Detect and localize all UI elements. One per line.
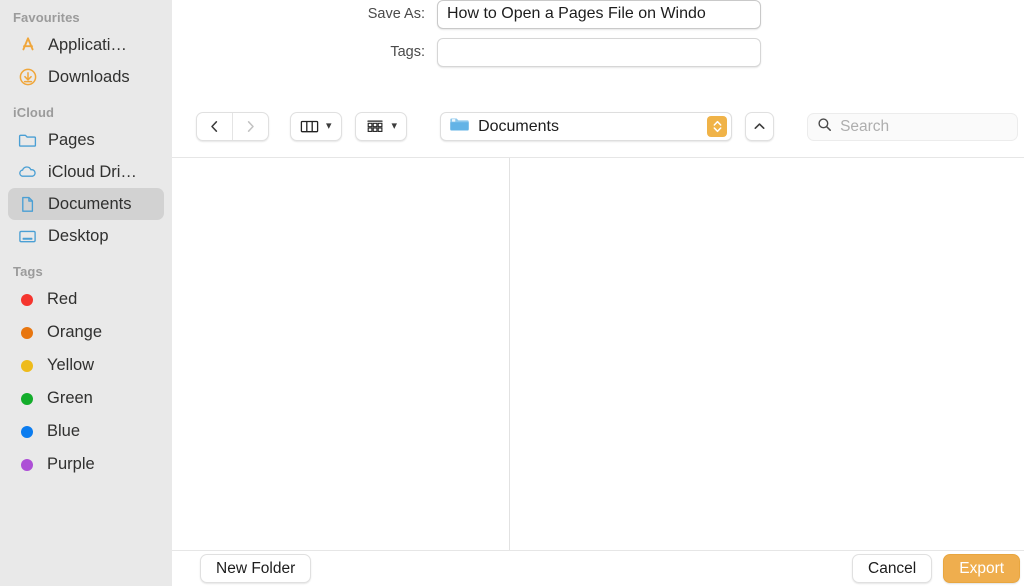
main-panel: Save As: How to Open a Pages File on Win… [172, 0, 1024, 586]
save-as-label: Save As: [367, 6, 425, 22]
desktop-icon [17, 226, 38, 247]
sidebar-item-downloads[interactable]: Downloads [8, 61, 164, 93]
sidebar-item-label: Pages [48, 130, 95, 149]
forward-button[interactable] [233, 113, 268, 140]
search-input[interactable]: Search [807, 112, 1019, 141]
chevron-up-icon [754, 123, 765, 129]
sidebar-item-label: Documents [48, 194, 132, 213]
save-as-row: Save As: How to Open a Pages File on Win… [172, 0, 1024, 34]
cloud-icon [17, 162, 38, 183]
fields-area: Save As: How to Open a Pages File on Win… [172, 0, 1024, 96]
sidebar-item-tag-blue[interactable]: Blue [8, 415, 164, 448]
sidebar-item-label: Purple [47, 455, 95, 473]
save-as-value: How to Open a Pages File on Windo [447, 5, 706, 22]
tag-dot-icon [21, 293, 33, 306]
tag-dot-icon [21, 392, 33, 405]
bottom-bar: New Folder Cancel Export [172, 551, 1024, 586]
tag-dot-icon [21, 326, 33, 339]
sidebar-item-tag-purple[interactable]: Purple [8, 448, 164, 481]
sidebar-item-tag-red[interactable]: Red [8, 283, 164, 316]
sidebar-section-header-tags: Tags [13, 264, 43, 279]
chevron-right-icon [247, 121, 254, 132]
sidebar-item-desktop[interactable]: Desktop [8, 220, 164, 252]
sidebar-item-label: Applicati… [48, 35, 127, 54]
document-icon [17, 194, 38, 215]
sidebar-item-label: Red [47, 290, 78, 308]
navigation-buttons [196, 112, 269, 141]
downloads-icon [17, 67, 38, 88]
chevron-down-icon: ▾ [391, 120, 398, 132]
browser-column-1[interactable] [172, 158, 510, 550]
new-folder-button[interactable]: New Folder [200, 554, 312, 583]
sidebar-item-label: Orange [47, 323, 103, 341]
tags-row: Tags: [172, 32, 1024, 72]
sidebar-item-applications[interactable]: Applicati… [8, 29, 164, 61]
tags-label: Tags: [390, 44, 425, 60]
sidebar-item-label: Yellow [47, 356, 95, 374]
sidebar: Favourites Applicati… Downloads iCloud P… [0, 0, 172, 586]
sidebar-item-label: Downloads [48, 67, 130, 86]
save-as-input[interactable]: How to Open a Pages File on Windo [437, 0, 761, 29]
sidebar-item-documents[interactable]: Documents [8, 188, 164, 220]
sidebar-item-tag-orange[interactable]: Orange [8, 316, 164, 349]
sidebar-section-header-favourites: Favourites [13, 10, 80, 25]
search-icon [817, 117, 832, 137]
sidebar-item-label: Green [47, 389, 93, 407]
tags-input[interactable] [437, 37, 761, 67]
back-button[interactable] [197, 113, 232, 140]
tag-dot-icon [21, 359, 33, 372]
column-view-button[interactable]: ▾ [290, 112, 342, 141]
up-down-stepper-icon[interactable] [707, 116, 728, 137]
cancel-button[interactable]: Cancel [852, 554, 933, 583]
sidebar-item-label: Blue [47, 422, 81, 440]
gallery-view-icon [366, 120, 383, 132]
gallery-view-button[interactable]: ▾ [354, 112, 408, 141]
sidebar-item-label: Desktop [48, 226, 109, 245]
chevron-down-icon: ▾ [326, 120, 332, 132]
sidebar-item-tag-yellow[interactable]: Yellow [8, 349, 164, 382]
export-button[interactable]: Export [943, 554, 1021, 583]
file-browser [172, 157, 1024, 551]
location-label: Documents [478, 117, 559, 135]
search-placeholder: Search [840, 117, 890, 135]
sidebar-item-label: iCloud Dri… [48, 162, 137, 181]
sidebar-item-tag-green[interactable]: Green [8, 382, 164, 415]
sidebar-item-icloud-drive[interactable]: iCloud Dri… [8, 156, 164, 188]
chevron-left-icon [211, 121, 218, 132]
column-view-icon [300, 120, 319, 133]
folder-icon [17, 130, 38, 151]
toolbar: ▾ ▾ Documents Search [172, 96, 1024, 157]
tag-dot-icon [21, 425, 33, 438]
location-popup-button[interactable]: Documents [440, 112, 733, 141]
browser-column-2[interactable] [510, 158, 1024, 550]
sidebar-item-pages[interactable]: Pages [8, 124, 164, 156]
go-up-button[interactable] [745, 112, 775, 141]
folder-icon [449, 116, 470, 138]
applications-icon [17, 35, 38, 56]
sidebar-section-header-icloud: iCloud [13, 105, 55, 120]
tag-dot-icon [21, 458, 33, 471]
save-dialog: Favourites Applicati… Downloads iCloud P… [0, 0, 1024, 586]
